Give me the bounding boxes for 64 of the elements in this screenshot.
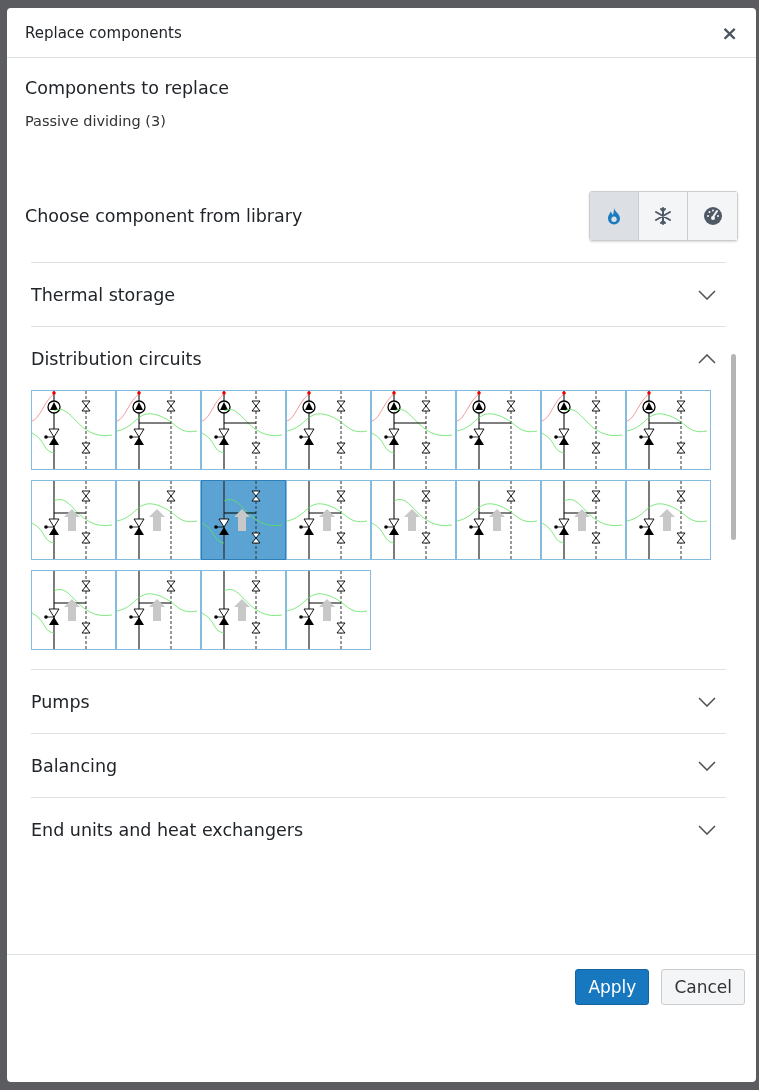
snowflake-toggle[interactable] [639,192,688,240]
circuit-schematic-icon [32,391,115,469]
accordion-header[interactable]: End units and heat exchangers [31,798,726,861]
component-thumbnail[interactable] [116,570,201,650]
gauge-icon [702,206,723,226]
chevron-icon [698,824,716,835]
section-heading: Components to replace [25,78,231,98]
dialog-title: Replace components [25,23,182,42]
component-thumbnail[interactable] [201,480,286,560]
component-thumbnail[interactable] [116,480,201,560]
circuit-schematic-icon [372,481,455,559]
component-thumbnail[interactable] [31,390,116,470]
chevron-icon [698,696,716,707]
component-thumbnail[interactable] [201,390,286,470]
accordion-header[interactable]: Distribution circuits [31,327,726,390]
circuit-schematic-icon [457,481,540,559]
component-thumbnail[interactable] [626,480,711,560]
scrollbar[interactable] [731,354,736,540]
component-thumbnail[interactable] [626,390,711,470]
component-thumbnail[interactable] [286,390,371,470]
accordion-header[interactable]: Pumps [31,670,726,733]
component-thumbnail[interactable] [371,390,456,470]
component-thumbnail[interactable] [541,480,626,560]
circuit-schematic-icon [32,571,115,649]
circuit-schematic-icon [117,571,200,649]
circuit-schematic-icon [117,391,200,469]
circuit-schematic-icon [287,571,370,649]
circuit-schematic-icon [627,481,710,559]
chevron-icon [698,760,716,771]
accordion-header[interactable]: Balancing [31,734,726,797]
accordion-header[interactable]: Thermal storage [31,263,726,326]
chevron-icon [698,289,716,300]
component-thumbnail[interactable] [286,570,371,650]
circuit-schematic-icon [627,391,710,469]
gauge-toggle[interactable] [688,192,737,240]
snowflake-icon [654,207,672,225]
chevron-icon [698,353,716,364]
circuit-schematic-icon [202,571,285,649]
section-heading: Choose component from library [25,206,303,226]
flame-toggle[interactable] [590,192,639,240]
circuit-schematic-icon [287,481,370,559]
circuit-schematic-icon [287,391,370,469]
close-button[interactable]: × [721,20,738,45]
component-thumbnail[interactable] [456,390,541,470]
circuit-schematic-icon [457,391,540,469]
circuit-schematic-icon [117,481,200,559]
apply-button[interactable]: Apply [575,969,650,1005]
component-thumbnail[interactable] [371,480,456,560]
component-thumbnail[interactable] [456,480,541,560]
component-thumbnail[interactable] [31,570,116,650]
circuit-schematic-icon [202,481,285,559]
component-thumbnail[interactable] [116,390,201,470]
circuit-schematic-icon [32,481,115,559]
component-name: Passive dividing (3) [25,113,167,129]
circuit-schematic-icon [372,391,455,469]
circuit-schematic-icon [542,391,625,469]
component-thumbnail[interactable] [286,480,371,560]
cancel-button[interactable]: Cancel [661,969,745,1005]
circuit-schematic-icon [202,391,285,469]
component-thumbnail[interactable] [541,390,626,470]
component-thumbnail[interactable] [201,570,286,650]
flame-icon [606,207,622,225]
component-thumbnail[interactable] [31,480,116,560]
circuit-schematic-icon [542,481,625,559]
